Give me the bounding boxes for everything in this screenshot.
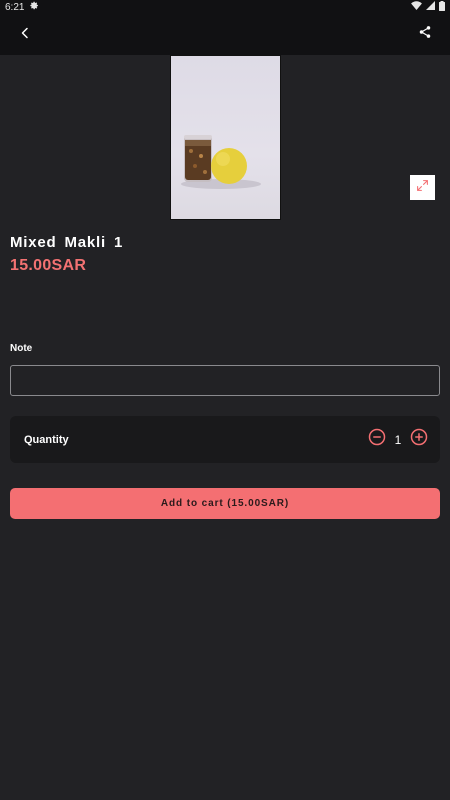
app-bar <box>0 14 450 55</box>
minus-circle-icon <box>368 428 386 446</box>
signal-icon <box>426 1 435 13</box>
decrease-quantity-button[interactable] <box>368 428 386 451</box>
plus-circle-icon <box>410 428 428 446</box>
product-title: Mixed Makli 1 <box>10 234 124 251</box>
product-image[interactable] <box>170 55 281 220</box>
status-time: 6:21 <box>5 1 25 13</box>
back-arrow-icon <box>19 26 31 44</box>
back-button[interactable] <box>12 22 38 48</box>
add-to-cart-button[interactable]: Add to cart (15.00SAR) <box>10 488 440 519</box>
wifi-icon <box>411 1 422 13</box>
share-button[interactable] <box>412 22 438 48</box>
status-bar: 6:21 <box>0 0 450 14</box>
increase-quantity-button[interactable] <box>410 428 428 451</box>
quantity-card: Quantity 1 <box>10 416 440 463</box>
quantity-stepper: 1 <box>368 428 428 451</box>
quantity-label: Quantity <box>24 433 69 446</box>
note-input[interactable] <box>10 365 440 396</box>
battery-icon <box>439 0 445 14</box>
note-label: Note <box>10 343 33 354</box>
quantity-value: 1 <box>394 432 402 447</box>
product-price: 15.00SAR <box>10 257 87 274</box>
settings-icon <box>30 1 39 13</box>
expand-icon <box>416 179 429 197</box>
product-photo <box>181 135 261 189</box>
share-icon <box>418 25 432 44</box>
expand-image-button[interactable] <box>410 175 435 200</box>
